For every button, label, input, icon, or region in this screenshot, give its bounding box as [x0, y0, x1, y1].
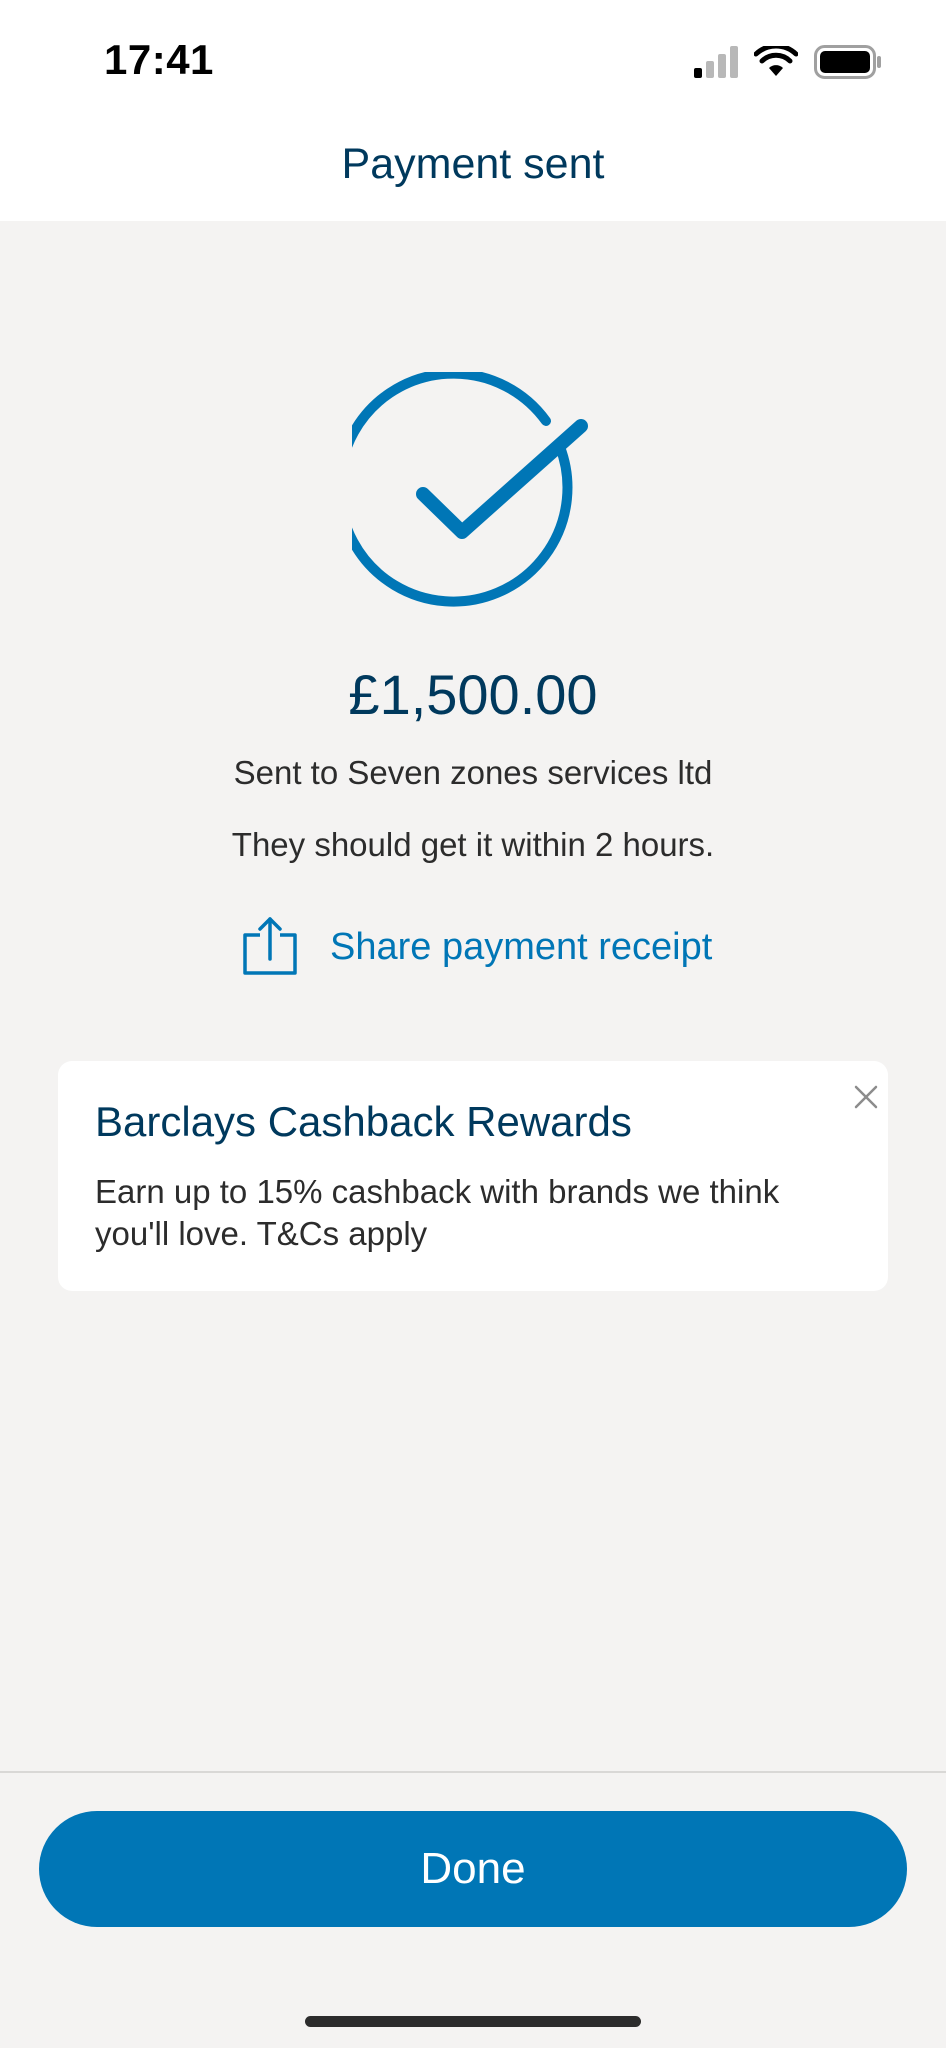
- status-icons: [694, 43, 882, 84]
- done-button[interactable]: Done: [39, 1811, 907, 1927]
- share-receipt-link[interactable]: Share payment receipt: [240, 912, 712, 982]
- cellular-signal-icon: [694, 45, 738, 83]
- cashback-promo-card[interactable]: Barclays Cashback Rewards Earn up to 15%…: [58, 1061, 888, 1291]
- nav-header: Payment sent: [0, 120, 946, 221]
- promo-title: Barclays Cashback Rewards: [95, 1098, 632, 1145]
- share-receipt-label: Share payment receipt: [330, 925, 713, 968]
- promo-body: Earn up to 15% cashback with brands we t…: [95, 1173, 780, 1252]
- share-icon: [240, 915, 300, 979]
- eta-text: They should get it within 2 hours.: [231, 826, 715, 863]
- close-icon[interactable]: [844, 1075, 888, 1119]
- home-indicator[interactable]: [305, 2016, 641, 2027]
- footer-divider: [0, 1771, 946, 1773]
- status-time: 17:41: [104, 36, 214, 83]
- recipient-text: Sent to Seven zones services ltd: [233, 754, 713, 791]
- wifi-icon: [753, 43, 799, 83]
- check-circle-icon: [334, 368, 592, 612]
- status-bar: 17:41: [0, 0, 946, 120]
- battery-icon: [814, 44, 882, 84]
- page-title: Payment sent: [341, 140, 605, 188]
- payment-amount: £1,500.00: [348, 663, 598, 726]
